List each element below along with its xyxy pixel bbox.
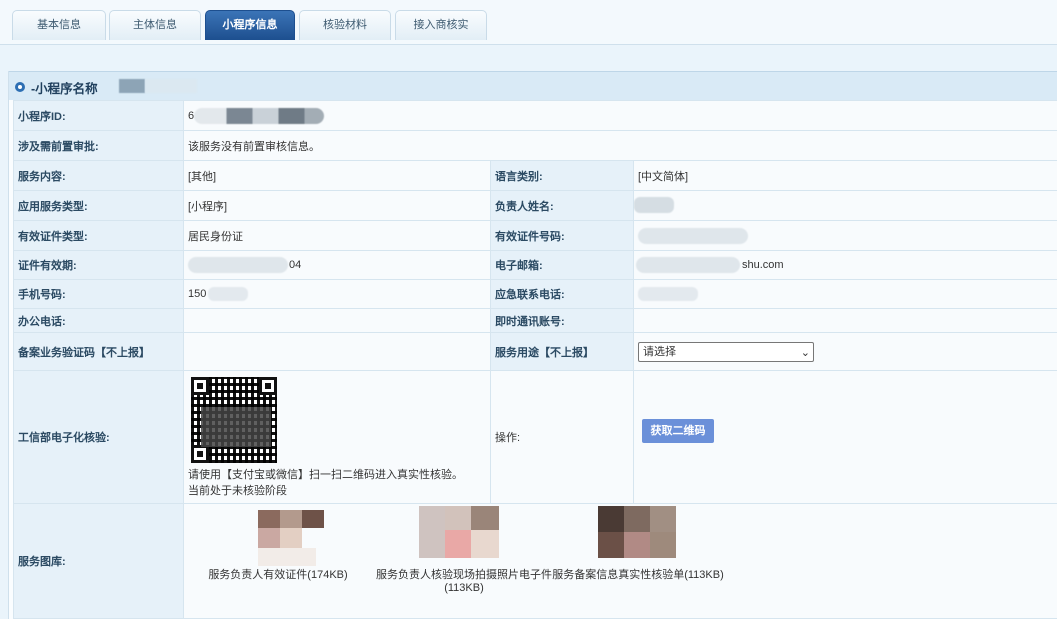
redacted-emergency-phone — [638, 287, 698, 301]
emergency-phone-cell — [632, 279, 1057, 309]
id-type-value: 居民身份证 — [183, 220, 491, 251]
tab-miniprogram-info[interactable]: 小程序信息 — [205, 10, 295, 40]
gallery-caption-id-card: 服务负责人有效证件(174KB) — [208, 569, 348, 581]
gallery-thumb-onsite-photo[interactable] — [419, 506, 509, 566]
gallery-cell: 服务负责人有效证件(174KB) 服务负责人核验现场拍摄照片电子件(113KB) — [182, 503, 1057, 619]
redacted-owner-name — [634, 197, 674, 213]
section-header: -小程序名称 — [9, 71, 1057, 100]
gallery-caption-onsite-photo: 服务负责人核验现场拍摄照片电子件(113KB) — [376, 569, 552, 594]
service-use-selected: 请选择 — [643, 345, 676, 358]
service-use-cell: 请选择 ⌄ — [632, 332, 1057, 371]
emergency-phone-label: 应急联系电话: — [490, 279, 634, 309]
office-phone-label: 办公电话: — [13, 308, 184, 333]
id-type-label: 有效证件类型: — [13, 220, 184, 251]
owner-name-label: 负责人姓名: — [490, 190, 634, 221]
im-account-label: 即时通讯账号: — [490, 308, 634, 333]
redacted-phone — [208, 287, 248, 301]
qr-finder-icon — [259, 377, 277, 395]
id-number-label: 有效证件号码: — [490, 220, 634, 251]
collapse-circle-icon[interactable] — [15, 82, 25, 92]
gallery-caption-verification-form: 服务备案信息真实性核验单(113KB) — [552, 569, 724, 581]
redacted-email — [636, 257, 740, 273]
tab-verification-materials[interactable]: 核验材料 — [299, 10, 391, 40]
language-value: [中文简体] — [632, 160, 1057, 191]
gallery-item-verification-form[interactable]: 服务备案信息真实性核验单(113KB) — [548, 506, 728, 582]
miit-status: 当前处于未核验阶段 — [188, 485, 287, 497]
redacted-app-id — [194, 108, 324, 124]
service-use-label: 服务用途【不上报】 — [490, 332, 634, 371]
id-number-cell — [632, 220, 1057, 251]
redacted-name — [119, 79, 145, 93]
qr-redaction — [201, 407, 271, 447]
redacted-id-number — [638, 228, 748, 244]
section-title: -小程序名称 — [31, 82, 98, 96]
app-service-type-label: 应用服务类型: — [13, 190, 184, 221]
owner-name-cell — [632, 190, 1057, 221]
qr-finder-icon — [191, 445, 209, 463]
gallery-item-onsite-photo[interactable]: 服务负责人核验现场拍摄照片电子件(113KB) — [364, 506, 564, 594]
filing-code-value — [183, 332, 491, 371]
tab-entity-info[interactable]: 主体信息 — [109, 10, 201, 40]
email-value: shu.com — [742, 259, 784, 271]
tab-bar: 基本信息 主体信息 小程序信息 核验材料 接入商核实 — [0, 0, 1057, 45]
gallery-thumb-id-card[interactable] — [238, 510, 324, 566]
phone-label: 手机号码: — [13, 279, 184, 309]
redacted-id-validity — [188, 257, 288, 273]
qr-code-image — [191, 377, 277, 463]
app-id-label: 小程序ID: — [13, 100, 184, 131]
redacted-name-tail — [145, 79, 197, 93]
miit-verify-label: 工信部电子化核验: — [13, 370, 184, 504]
chevron-down-icon: ⌄ — [800, 346, 810, 359]
app-id-cell: 6 — [182, 100, 1057, 131]
qr-finder-icon — [191, 377, 209, 395]
id-validity-label: 证件有效期: — [13, 250, 184, 280]
get-qr-code-button[interactable]: 获取二维码 — [642, 419, 714, 443]
id-validity-cell: 04 — [183, 250, 491, 280]
filing-code-label: 备案业务验证码【不上报】 — [13, 332, 184, 371]
gallery-label: 服务图库: — [13, 503, 184, 619]
tab-access-provider-check[interactable]: 接入商核实 — [395, 10, 487, 40]
phone-cell: 150 — [183, 279, 491, 309]
id-validity-value: 04 — [289, 259, 302, 271]
gallery-item-id-card[interactable]: 服务负责人有效证件(174KB) — [198, 510, 358, 582]
office-phone-value — [183, 308, 491, 333]
service-content-value: [其他] — [183, 160, 491, 191]
miit-verify-cell: 请使用【支付宝或微信】扫一扫二维码进入真实性核验。 当前处于未核验阶段 — [183, 370, 491, 504]
pre-approval-value: 该服务没有前置审核信息。 — [182, 130, 1057, 161]
service-content-label: 服务内容: — [13, 160, 184, 191]
tab-basic-info[interactable]: 基本信息 — [12, 10, 106, 40]
app-service-type-value: [小程序] — [183, 190, 491, 221]
operation-label: 操作: — [490, 370, 634, 504]
miit-instruction: 请使用【支付宝或微信】扫一扫二维码进入真实性核验。 — [188, 469, 463, 481]
content-panel: -小程序名称 小程序ID: 6 涉及需前置审批: 该服务没有前置审核信息。 服务… — [8, 71, 1057, 619]
im-account-value — [632, 308, 1057, 333]
language-label: 语言类别: — [490, 160, 634, 191]
pre-approval-label: 涉及需前置审批: — [13, 130, 184, 161]
email-label: 电子邮箱: — [490, 250, 634, 280]
miniprogram-info-table: 小程序ID: 6 涉及需前置审批: 该服务没有前置审核信息。 服务内容: [其他… — [13, 100, 1057, 619]
email-cell: shu.com — [632, 250, 1057, 280]
service-use-select[interactable]: 请选择 ⌄ — [638, 341, 814, 362]
phone-value: 150 — [188, 288, 207, 300]
gallery-thumb-verification-form[interactable] — [598, 506, 678, 566]
operation-cell: 获取二维码 — [632, 370, 1057, 504]
